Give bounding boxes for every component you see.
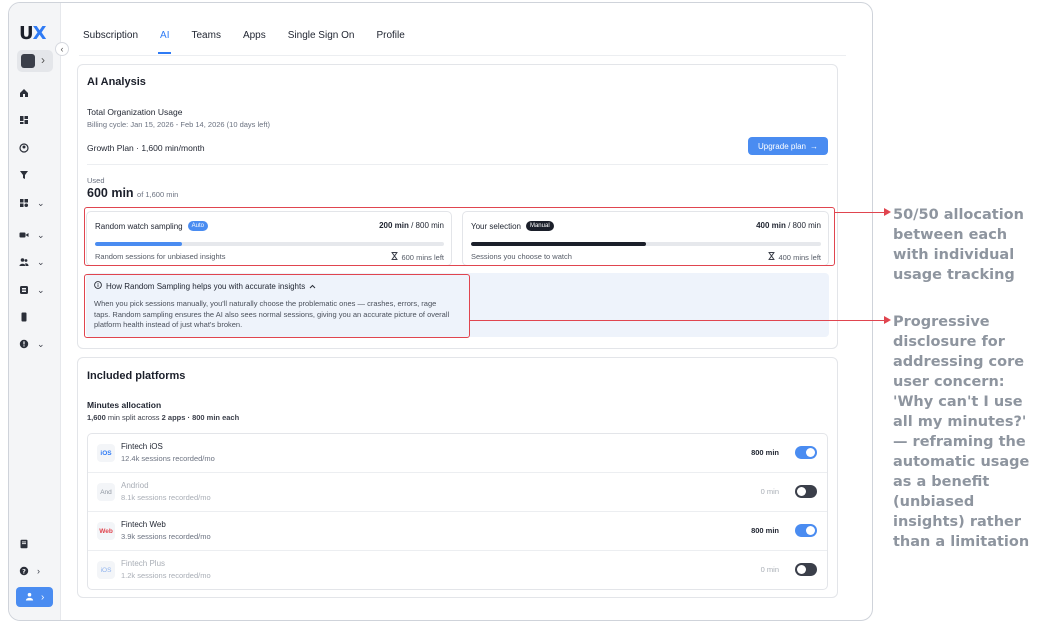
annotation-connector: [834, 212, 886, 213]
chevron-down-icon: ⌄: [37, 256, 45, 267]
sidebar-item-filters[interactable]: [19, 166, 51, 184]
platform-sessions: 8.1k sessions recorded/mo: [121, 493, 211, 502]
tab-subscription[interactable]: Subscription: [83, 30, 138, 55]
platform-toggle[interactable]: [795, 485, 817, 498]
used-value: 600 min of 1,600 min: [87, 186, 179, 200]
web-badge: Web: [97, 522, 115, 540]
used-of: of 1,600 min: [137, 190, 179, 199]
tabs-divider: [79, 55, 846, 56]
chevron-down-icon: ⌄: [37, 229, 45, 240]
tab-ai[interactable]: AI: [157, 30, 173, 55]
tab-apps[interactable]: Apps: [243, 30, 266, 55]
video-icon: [19, 230, 29, 240]
book-icon: [19, 539, 29, 549]
android-badge: And: [97, 483, 115, 501]
app-window: UX › ⌄ ⌄ ⌄ ⌄ ⌄ ? › › ‹ Subscription AI T…: [8, 2, 873, 621]
minutes-allocation-title: Minutes allocation: [87, 400, 162, 410]
event-icon: [19, 285, 29, 295]
platform-row-andriod: And Andriod 8.1k sessions recorded/mo 0 …: [88, 473, 827, 512]
platform-minutes: 0 min: [760, 487, 779, 496]
logo: UX: [19, 23, 47, 44]
platform-minutes: 800 min: [751, 526, 779, 535]
workspace-switcher[interactable]: ›: [17, 50, 53, 72]
chevron-down-icon: ⌄: [37, 284, 45, 295]
svg-text:?: ?: [22, 568, 26, 576]
upgrade-label: Upgrade plan: [757, 141, 807, 151]
sidebar-item-team[interactable]: ⌄: [19, 253, 51, 271]
used-label: Used: [87, 176, 105, 185]
chevron-right-icon: ›: [37, 566, 40, 576]
platform-row-fintech-ios: iOS Fintech iOS 12.4k sessions recorded/…: [88, 434, 827, 473]
platform-toggle[interactable]: [795, 446, 817, 459]
tab-teams[interactable]: Teams: [191, 30, 220, 55]
sidebar-item-users[interactable]: [19, 139, 51, 157]
annotation-allocation: 50/50 allocation between each with indiv…: [893, 207, 1024, 283]
divider: [87, 164, 828, 165]
help-icon: ?: [19, 566, 29, 576]
sidebar-item-events[interactable]: ⌄: [19, 281, 51, 299]
arrow-right-icon: →: [810, 141, 819, 151]
sidebar: UX › ⌄ ⌄ ⌄ ⌄ ⌄ ? › ›: [9, 3, 61, 620]
sidebar-item-integrations[interactable]: ⌄: [19, 194, 51, 212]
user-menu-button[interactable]: ›: [16, 587, 53, 607]
platform-minutes: 800 min: [751, 448, 779, 457]
chevron-right-icon: ›: [40, 591, 45, 603]
sidebar-item-help[interactable]: ? ›: [19, 562, 51, 580]
annotation-connector: [469, 320, 886, 321]
user-circle-icon: [19, 143, 29, 153]
platform-name: Fintech iOS: [121, 442, 163, 451]
org-usage-title: Total Organization Usage: [87, 107, 183, 117]
home-icon: [19, 88, 29, 98]
arrow-right-icon: [884, 208, 891, 216]
platform-name: Fintech Web: [121, 520, 166, 529]
platform-sessions: 1.2k sessions recorded/mo: [121, 571, 211, 580]
settings-tabs: Subscription AI Teams Apps Single Sign O…: [83, 30, 427, 55]
sidebar-item-dashboard[interactable]: [19, 111, 51, 129]
platform-list: iOS Fintech iOS 12.4k sessions recorded/…: [87, 433, 828, 590]
platform-row-fintech-web: Web Fintech Web 3.9k sessions recorded/m…: [88, 512, 827, 551]
platform-name: Fintech Plus: [121, 559, 166, 568]
sidebar-item-home[interactable]: [19, 84, 51, 102]
users-icon: [19, 257, 29, 267]
sidebar-item-recordings[interactable]: ⌄: [19, 226, 51, 244]
platform-row-fintech-plus: iOS Fintech Plus 1.2k sessions recorded/…: [88, 551, 827, 590]
sidebar-item-devices[interactable]: [19, 308, 51, 326]
platform-name: Andriod: [121, 481, 149, 490]
user-icon: [25, 588, 34, 606]
chevron-down-icon: ⌄: [37, 197, 45, 208]
minutes-allocation-summary: 1,600 min split across 2 apps · 800 min …: [87, 413, 240, 422]
platform-minutes: 0 min: [760, 565, 779, 574]
upgrade-plan-button[interactable]: Upgrade plan →: [748, 137, 828, 155]
collapse-sidebar-button[interactable]: ‹: [55, 42, 69, 56]
tab-single-sign-on[interactable]: Single Sign On: [288, 30, 355, 55]
annotation-disclosure: Progressive disclosure for addressing co…: [893, 314, 1030, 550]
platform-sessions: 3.9k sessions recorded/mo: [121, 532, 211, 541]
annotation-box-disclosure: [84, 274, 470, 338]
included-platforms-card: Included platforms Minutes allocation 1,…: [77, 357, 838, 598]
filter-icon: [19, 170, 29, 180]
annotation-box-allocation: [84, 207, 835, 266]
tab-profile[interactable]: Profile: [376, 30, 404, 55]
sidebar-item-alerts[interactable]: ⌄: [19, 335, 51, 353]
chevron-right-icon: ›: [41, 53, 45, 67]
ios-badge: iOS: [97, 561, 115, 579]
plan-name: Growth Plan · 1,600 min/month: [87, 143, 205, 153]
ios-badge: iOS: [97, 444, 115, 462]
platform-toggle[interactable]: [795, 524, 817, 537]
puzzle-icon: [19, 198, 29, 208]
workspace-avatar: [21, 54, 35, 68]
platforms-title: Included platforms: [87, 370, 186, 382]
dashboard-icon: [19, 115, 29, 125]
chevron-down-icon: ⌄: [37, 338, 45, 349]
ai-analysis-title: AI Analysis: [87, 76, 146, 88]
platform-toggle[interactable]: [795, 563, 817, 576]
sidebar-item-docs[interactable]: [19, 535, 51, 553]
alert-icon: [19, 339, 29, 349]
arrow-right-icon: [884, 316, 891, 324]
billing-cycle: Billing cycle: Jan 15, 2026 - Feb 14, 20…: [87, 120, 271, 129]
mobile-icon: [19, 312, 29, 322]
platform-sessions: 12.4k sessions recorded/mo: [121, 454, 215, 463]
